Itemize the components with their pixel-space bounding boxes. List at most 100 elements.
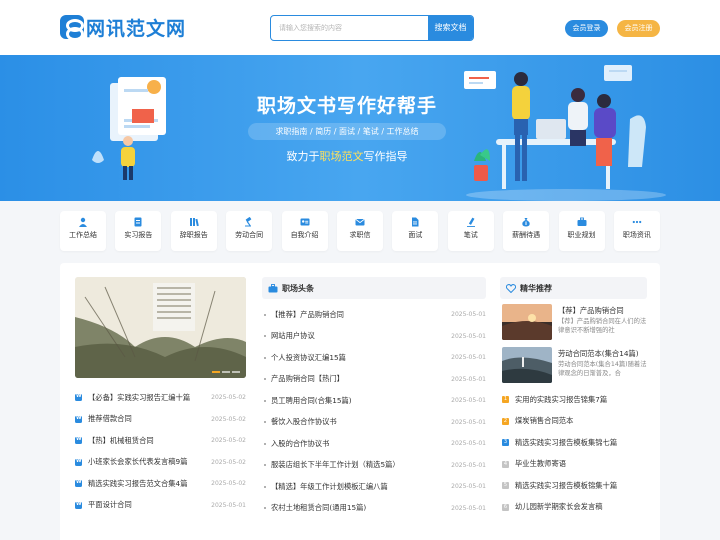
carousel-dots[interactable]	[212, 371, 240, 373]
item-title: 【推荐】产品购销合同	[271, 309, 344, 319]
report-icon	[134, 217, 142, 227]
category-nav: 工作总结 实习报告 辞职报告 劳动合同 自我介绍 求职信 面试 笔试 薪酬待遇 …	[60, 211, 660, 251]
headlines-header: 职场头条	[262, 277, 486, 299]
list-item[interactable]: 餐饮入股合作协议书 2025-05-01	[262, 412, 486, 434]
ranking-list: 1 实用的实践实习报告锦集7篇 2 煤炭销售合同范本 3 精选实践实习报告模板集锦七篇…	[502, 389, 647, 518]
item-title: 农村土地租赁合同(通用15篇)	[271, 503, 367, 513]
logo[interactable]: 网讯范文网	[60, 14, 187, 41]
logo-text: 网讯范文网	[86, 17, 187, 40]
briefcase-icon	[268, 283, 278, 292]
category-work-summary[interactable]: 工作总结	[60, 211, 106, 251]
list-item[interactable]: 入股的合作协议书 2025-05-01	[262, 433, 486, 455]
list-item[interactable]: 服装店组长下半年工作计划（精选5篇） 2025-05-01	[262, 455, 486, 477]
category-cover-letter[interactable]: 求职信	[336, 211, 383, 251]
item-title: 推荐借款合同	[88, 414, 132, 424]
category-career-plan[interactable]: 职业规划	[558, 211, 605, 251]
list-item[interactable]: 产品购销合同【热门】 2025-05-01	[262, 369, 486, 391]
item-date: 2025-05-02	[211, 437, 246, 445]
bullet-icon	[264, 485, 266, 488]
gavel-icon	[245, 217, 252, 227]
category-label: 职业规划	[567, 231, 596, 239]
word-doc-icon	[75, 479, 82, 488]
ellipsis-icon	[632, 220, 642, 224]
ranked-item[interactable]: 4 毕业生教师寄语	[502, 454, 647, 476]
ranked-item[interactable]: 5 精选实践实习报告模板锦集十篇	[502, 475, 647, 497]
featured-image[interactable]	[75, 277, 246, 378]
category-label: 实习报告	[124, 231, 153, 239]
list-item[interactable]: 【热】机械租赁合同 2025-05-02	[75, 430, 246, 452]
list-item[interactable]: 【精选】年级工作计划模板汇编八篇 2025-05-01	[262, 476, 486, 498]
coast-thumbnail	[502, 347, 552, 383]
category-resignation[interactable]: 辞职报告	[170, 211, 217, 251]
item-date: 2025-05-01	[451, 418, 486, 426]
list-item[interactable]: 农村土地租赁合同(通用15篇) 2025-05-01	[262, 498, 486, 520]
item-title: 实用的实践实习报告锦集7篇	[515, 394, 608, 404]
banner-subtitle: 求职指南 / 简历 / 面试 / 笔试 / 工作总结	[248, 123, 446, 140]
item-date: 2025-05-02	[211, 480, 246, 488]
rank-badge: 2	[502, 417, 509, 425]
ranked-item[interactable]: 2 煤炭销售合同范本	[502, 411, 647, 433]
item-date: 2025-05-01	[451, 354, 486, 362]
item-title: 精选实践实习报告模板集锦七篇	[515, 437, 618, 447]
category-salary[interactable]: 薪酬待遇	[503, 211, 550, 251]
word-doc-icon	[75, 458, 82, 466]
ranked-item[interactable]: 1 实用的实践实习报告锦集7篇	[502, 389, 647, 411]
item-date: 2025-05-01	[451, 504, 486, 512]
word-doc-icon	[75, 415, 82, 423]
recommend-card[interactable]: 劳动合同范本(集合14篇) 劳动合同范本(集合14篇)随着法律观念的日渐普及，合	[502, 347, 647, 383]
category-interview[interactable]: 面试	[392, 211, 439, 251]
rank-badge: 3	[502, 439, 509, 447]
ranked-item[interactable]: 6 幼儿园新学期家长会发言稿	[502, 497, 647, 519]
category-self-intro[interactable]: 自我介绍	[281, 211, 328, 251]
category-labor-contract[interactable]: 劳动合同	[226, 211, 273, 251]
item-title: 毕业生教师寄语	[515, 459, 567, 469]
register-button[interactable]: 会员注册	[617, 20, 660, 37]
category-label: 求职信	[349, 231, 371, 239]
category-written-test[interactable]: 笔试	[447, 211, 494, 251]
word-doc-icon	[75, 436, 82, 445]
item-date: 2025-05-01	[451, 311, 486, 319]
item-title: 个人投资协议汇编15篇	[271, 352, 346, 362]
category-workplace-news[interactable]: 职场资讯	[613, 211, 660, 251]
login-button[interactable]: 会员登录	[565, 20, 608, 37]
building-photo	[75, 277, 246, 378]
bullet-icon	[264, 313, 266, 316]
item-title: 平面设计合同	[88, 500, 132, 510]
category-label: 劳动合同	[235, 231, 264, 239]
list-item[interactable]: 员工聘用合同(合集15篇) 2025-05-01	[262, 390, 486, 412]
list-item[interactable]: 【推荐】产品购销合同 2025-05-01	[262, 304, 486, 326]
left-article-list: 【必备】实践实习报告汇编十篇 2025-05-02 推荐借款合同 2025-05-0…	[75, 387, 246, 516]
ranked-item[interactable]: 3 精选实践实习报告模板集锦七篇	[502, 432, 647, 454]
list-item[interactable]: 网站用户协议 2025-05-01	[262, 326, 486, 348]
bullet-icon	[264, 378, 266, 381]
item-date: 2025-05-01	[451, 397, 486, 405]
list-item[interactable]: 小班家长会家长代表发言稿9篇 2025-05-02	[75, 452, 246, 474]
books-icon	[189, 218, 199, 227]
item-date: 2025-05-01	[451, 461, 486, 469]
list-item[interactable]: 个人投资协议汇编15篇 2025-05-01	[262, 347, 486, 369]
rank-badge: 4	[502, 460, 509, 468]
bullet-icon	[264, 464, 266, 467]
list-item[interactable]: 【必备】实践实习报告汇编十篇 2025-05-02	[75, 387, 246, 409]
item-title: 产品购销合同【热门】	[271, 374, 344, 384]
search-input[interactable]	[271, 16, 429, 40]
person-icon	[79, 217, 87, 227]
category-label: 职场资讯	[622, 231, 651, 239]
list-item[interactable]: 精选实践实习报告范文合集4篇 2025-05-02	[75, 473, 246, 495]
item-date: 2025-05-02	[211, 458, 246, 466]
category-internship-report[interactable]: 实习报告	[115, 211, 162, 251]
hero-banner[interactable]: 职场文书写作好帮手 求职指南 / 简历 / 面试 / 笔试 / 工作总结 致力于…	[0, 55, 720, 201]
recommend-card[interactable]: 【荐】产品购销合同 【荐】产品购销合同在人们的法律意识不断增强的社	[502, 304, 647, 340]
word-doc-icon	[75, 501, 82, 509]
search-button[interactable]: 搜索文档	[428, 16, 473, 40]
bullet-icon	[264, 507, 266, 510]
item-title: 餐饮入股合作协议书	[271, 417, 337, 427]
list-item[interactable]: 平面设计合同 2025-05-01	[75, 495, 246, 517]
slogan-highlight: 职场范文	[319, 150, 364, 163]
item-date: 2025-05-01	[451, 375, 486, 383]
card-title: 【荐】产品购销合同	[558, 306, 624, 315]
pen-icon	[466, 217, 475, 227]
list-item[interactable]: 推荐借款合同 2025-05-02	[75, 409, 246, 431]
recommend-header: 精华推荐	[500, 277, 647, 299]
category-label: 自我介绍	[290, 231, 319, 239]
